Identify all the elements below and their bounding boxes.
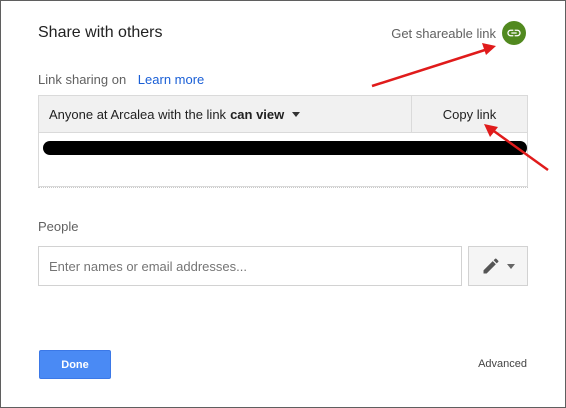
done-button[interactable]: Done: [39, 350, 111, 379]
link-sharing-status: Link sharing on Learn more: [38, 72, 204, 87]
access-level: can view: [230, 106, 285, 122]
access-prefix: Anyone at Arcalea with the link: [49, 106, 227, 122]
pencil-icon: [483, 258, 499, 274]
link-settings-header: Anyone at Arcalea with the link can view…: [39, 96, 527, 133]
link-access-dropdown[interactable]: Anyone at Arcalea with the link can view: [39, 96, 411, 132]
chevron-down-icon: [507, 263, 515, 269]
chevron-down-icon: [292, 111, 301, 117]
copy-link-button[interactable]: Copy link: [411, 96, 527, 132]
get-shareable-link-label: Get shareable link: [391, 25, 496, 41]
redacted-url: [43, 141, 527, 155]
dialog-title: Share with others: [38, 24, 163, 41]
share-url-field[interactable]: [39, 133, 527, 163]
advanced-link[interactable]: Advanced: [478, 358, 527, 370]
get-shareable-link-button[interactable]: Get shareable link: [391, 21, 526, 45]
permission-dropdown-button[interactable]: [468, 246, 528, 286]
link-sharing-label: Link sharing on: [38, 72, 127, 87]
link-settings-box: Anyone at Arcalea with the link can view…: [38, 95, 528, 187]
people-input[interactable]: [38, 246, 462, 286]
share-dialog: Share with others Get shareable link Lin…: [0, 0, 566, 408]
link-icon[interactable]: [502, 21, 526, 45]
learn-more-link[interactable]: Learn more: [138, 72, 204, 87]
section-divider: [38, 187, 528, 188]
people-label: People: [38, 219, 79, 234]
